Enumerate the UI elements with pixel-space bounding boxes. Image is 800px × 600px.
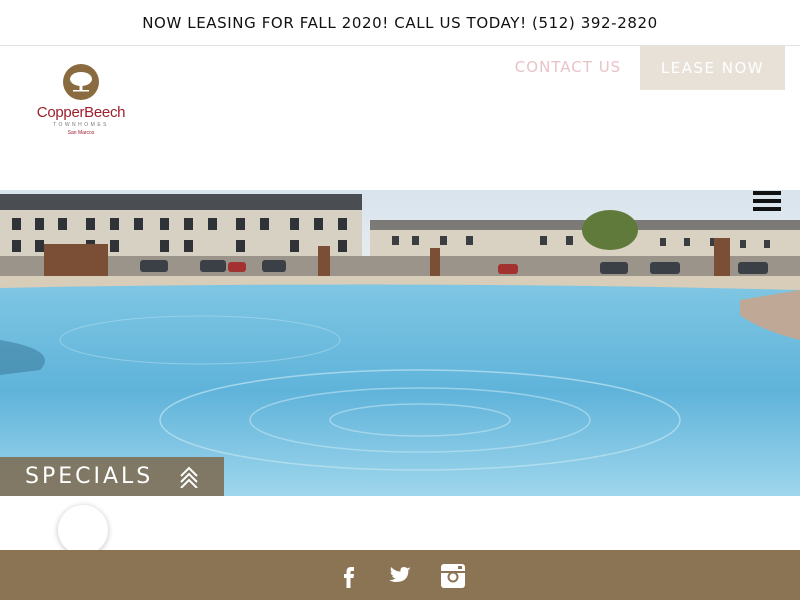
content-spacer (0, 496, 800, 550)
twitter-icon[interactable] (387, 563, 413, 589)
instagram-icon[interactable] (440, 563, 466, 589)
lease-now-button[interactable]: LEASE NOW (640, 46, 785, 90)
footer-social-bar (0, 550, 800, 600)
logo-tagline: TOWNHOMES (52, 122, 110, 128)
chat-widget-button[interactable] (58, 505, 108, 555)
announcement-text: NOW LEASING FOR FALL 2020! CALL US TODAY… (142, 13, 658, 32)
logo[interactable]: CopperBeech TOWNHOMES San Marcos (26, 62, 136, 142)
hamburger-menu-icon[interactable] (753, 191, 783, 217)
specials-tab[interactable]: SPECIALS (0, 457, 224, 496)
tree-logo-icon (63, 64, 99, 100)
double-chevron-up-icon (180, 466, 198, 488)
hero-image (0, 190, 800, 496)
logo-city: San Marcos (67, 130, 95, 136)
facebook-icon[interactable] (336, 563, 362, 589)
contact-us-link[interactable]: CONTACT US (503, 58, 633, 78)
logo-name: CopperBeech (36, 104, 126, 121)
site-header: CopperBeech TOWNHOMES San Marcos CONTACT… (0, 46, 800, 190)
specials-label: SPECIALS (25, 464, 154, 489)
announcement-bar: NOW LEASING FOR FALL 2020! CALL US TODAY… (0, 0, 800, 46)
